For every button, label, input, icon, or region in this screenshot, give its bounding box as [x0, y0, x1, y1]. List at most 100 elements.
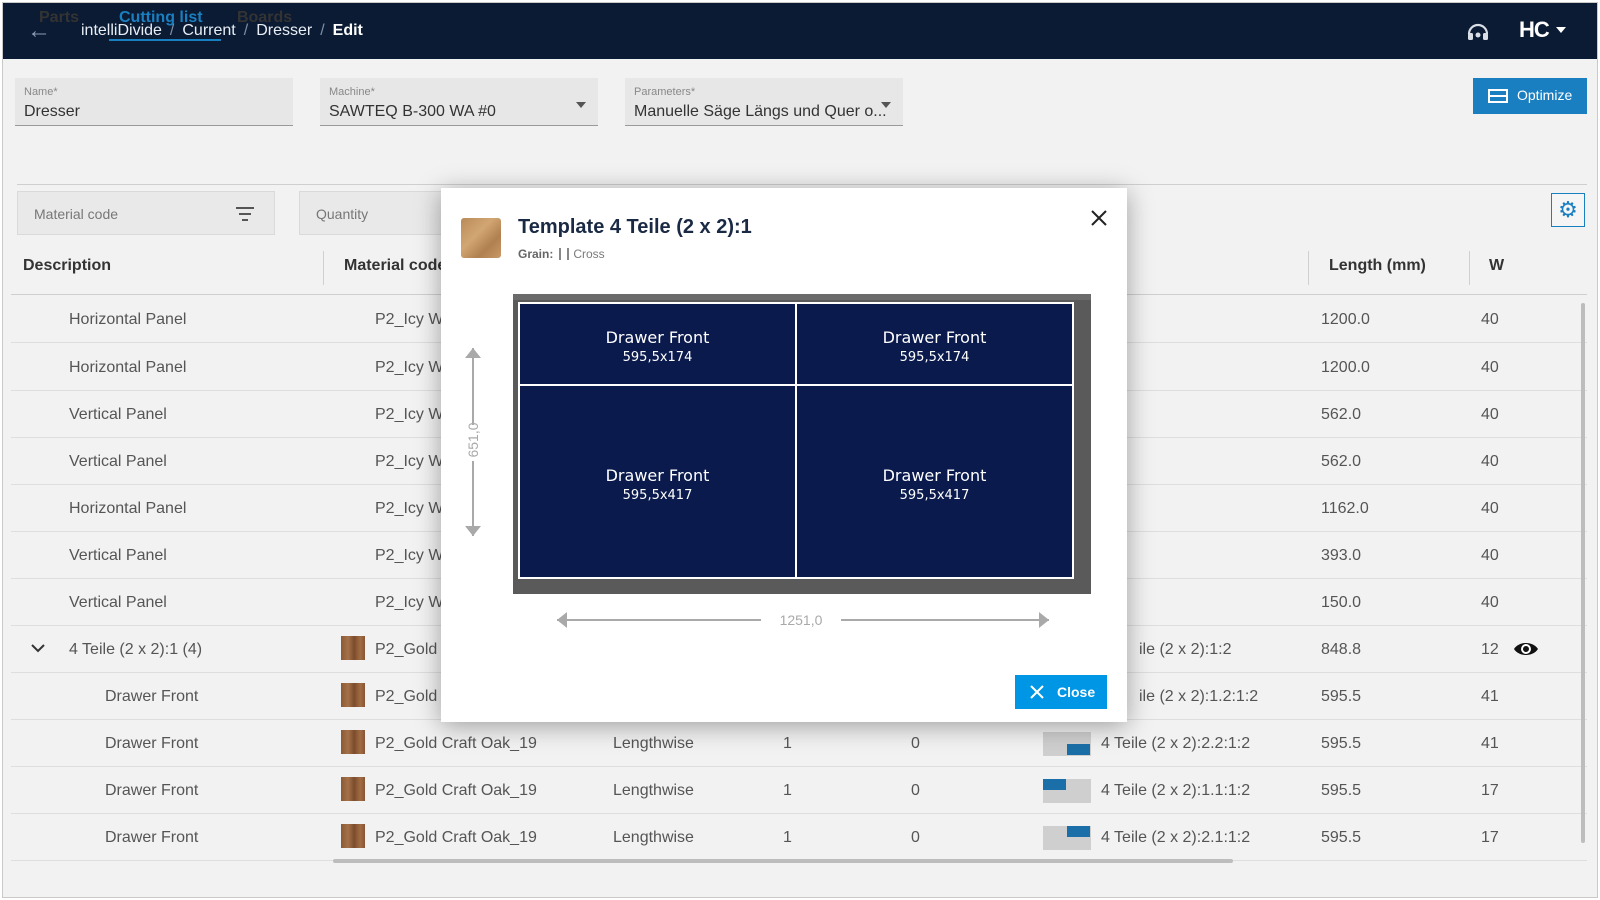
column-header-length[interactable]: Length (mm) — [1329, 257, 1426, 275]
cell-description: Drawer Front — [105, 782, 199, 799]
cell-length: 1162.0 — [1321, 500, 1369, 517]
close-button[interactable]: Close — [1015, 675, 1107, 709]
table-row[interactable]: Drawer Front P2_Gold Craft Oak_19 Length… — [11, 767, 1587, 814]
part-drawer-front[interactable]: Drawer Front 595,5x174 — [518, 302, 797, 386]
cell-material: P2_Icy W — [375, 500, 444, 517]
layout-icon — [1488, 89, 1508, 103]
horizontal-scrollbar[interactable] — [333, 859, 1233, 863]
chevron-down-icon[interactable] — [881, 102, 891, 108]
quantity-filter[interactable]: Quantity — [299, 191, 449, 235]
material-swatch — [341, 636, 365, 660]
cell-length: 595.5 — [1321, 829, 1362, 846]
material-code-filter[interactable]: Material code — [17, 191, 275, 235]
cell-description: Drawer Front — [105, 688, 199, 705]
tab-boards[interactable]: Boards — [237, 3, 292, 41]
layout-thumbnail — [1043, 779, 1091, 803]
column-header-material-code[interactable]: Material code — [344, 257, 446, 275]
cell-description: Horizontal Panel — [69, 311, 187, 328]
chevron-down-icon[interactable] — [1556, 27, 1566, 33]
support-headset-icon[interactable] — [1465, 19, 1491, 45]
cell-w: 17 — [1481, 782, 1499, 799]
layout-thumbnail — [1043, 826, 1091, 850]
cell-length: 1200.0 — [1321, 359, 1370, 376]
optimize-button[interactable]: Optimize — [1473, 78, 1587, 114]
material-swatch — [341, 777, 365, 801]
close-icon — [1030, 685, 1044, 699]
part-drawer-front[interactable]: Drawer Front 595,5x417 — [518, 384, 797, 579]
breadcrumb-item-edit: Edit — [332, 22, 363, 39]
tab-cutting-list[interactable]: Cutting list — [109, 3, 221, 41]
cell-length: 150.0 — [1321, 594, 1362, 611]
cell-quantity: 1 — [783, 782, 792, 799]
table-row[interactable]: Drawer Front P2_Gold Craft Oak_19 Length… — [11, 814, 1587, 861]
name-field-label: Name* — [24, 86, 58, 98]
settings-gear-icon[interactable]: ⚙ — [1551, 193, 1585, 227]
cell-grain: Lengthwise — [613, 735, 694, 752]
cell-w: 40 — [1481, 311, 1499, 328]
cell-length: 595.5 — [1321, 735, 1362, 752]
part-drawer-front[interactable]: Drawer Front 595,5x417 — [795, 384, 1074, 579]
cell-w: 40 — [1481, 453, 1499, 470]
brand-logo[interactable]: HC — [1519, 17, 1550, 43]
material-swatch — [341, 683, 365, 707]
cell-description: 4 Teile (2 x 2):1 (4) — [69, 641, 203, 658]
close-icon[interactable] — [1089, 208, 1109, 228]
cell-description: Vertical Panel — [69, 594, 167, 611]
close-button-label: Close — [1057, 684, 1096, 700]
cell-material: P2_Gold — [375, 688, 438, 705]
part-name: Drawer Front — [882, 328, 987, 347]
cell-w: 41 — [1481, 688, 1499, 705]
filter-icon[interactable] — [236, 207, 254, 221]
tab-parts[interactable]: Parts — [39, 3, 79, 41]
breadcrumb-separator: / — [320, 22, 325, 39]
cell-w: 40 — [1481, 359, 1499, 376]
cell-grain: Lengthwise — [613, 782, 694, 799]
cell-description: Drawer Front — [105, 735, 199, 752]
parameters-select[interactable]: Parameters* Manuelle Säge Längs und Quer… — [625, 78, 903, 126]
part-dimensions: 595,5x174 — [622, 350, 693, 365]
cell-length: 595.5 — [1321, 688, 1362, 705]
width-dimension-label: 1251,0 — [779, 612, 823, 628]
material-code-filter-placeholder: Material code — [34, 206, 119, 222]
cell-extra: 0 — [911, 735, 920, 752]
chevron-down-icon[interactable] — [576, 102, 586, 108]
cell-description: Vertical Panel — [69, 547, 167, 564]
machine-select[interactable]: Machine* SAWTEQ B-300 WA #0 — [320, 78, 598, 126]
cell-w: 40 — [1481, 594, 1499, 611]
part-dimensions: 595,5x417 — [899, 488, 970, 503]
quantity-filter-placeholder: Quantity — [316, 206, 369, 222]
cell-template: 4 Teile (2 x 2):2.2:1:2 — [1101, 735, 1251, 752]
layout-thumbnail — [1043, 732, 1091, 756]
eye-icon[interactable] — [1513, 640, 1539, 658]
column-header-description[interactable]: Description — [23, 257, 111, 275]
cell-length: 595.5 — [1321, 782, 1362, 799]
chevron-down-icon[interactable] — [31, 641, 45, 655]
cell-grain: Lengthwise — [613, 829, 694, 846]
cell-material: P2_Icy W — [375, 359, 444, 376]
cell-description: Vertical Panel — [69, 453, 167, 470]
part-name: Drawer Front — [882, 466, 987, 485]
parameters-select-value[interactable]: Manuelle Säge Längs und Quer o... — [634, 103, 887, 121]
table-row[interactable]: Drawer Front P2_Gold Craft Oak_19 Length… — [11, 720, 1587, 767]
dialog-title: Template 4 Teile (2 x 2):1 — [518, 216, 752, 238]
cell-length: 848.8 — [1321, 641, 1362, 658]
name-field-value[interactable]: Dresser — [24, 103, 80, 121]
vertical-scrollbar[interactable] — [1581, 303, 1585, 843]
grain-info: Grain: Cross — [518, 247, 605, 261]
cell-template: ile (2 x 2):1.2:1:2 — [1139, 688, 1259, 705]
cell-description: Horizontal Panel — [69, 359, 187, 376]
cell-template: ile (2 x 2):1:2 — [1139, 641, 1232, 658]
cell-description: Horizontal Panel — [69, 500, 187, 517]
part-drawer-front[interactable]: Drawer Front 595,5x174 — [795, 302, 1074, 386]
column-header-w[interactable]: W — [1489, 257, 1504, 275]
cell-quantity: 1 — [783, 829, 792, 846]
name-field[interactable]: Name* Dresser — [15, 78, 293, 126]
cell-w: 40 — [1481, 500, 1499, 517]
cell-length: 562.0 — [1321, 406, 1362, 423]
board-layout: Drawer Front 595,5x174 Drawer Front 595,… — [513, 294, 1091, 594]
cell-material: P2_Icy W — [375, 406, 444, 423]
cell-template: 4 Teile (2 x 2):1.1:1:2 — [1101, 782, 1251, 799]
part-name: Drawer Front — [605, 328, 710, 347]
machine-select-value[interactable]: SAWTEQ B-300 WA #0 — [329, 103, 496, 121]
grain-label: Grain: — [518, 247, 554, 261]
